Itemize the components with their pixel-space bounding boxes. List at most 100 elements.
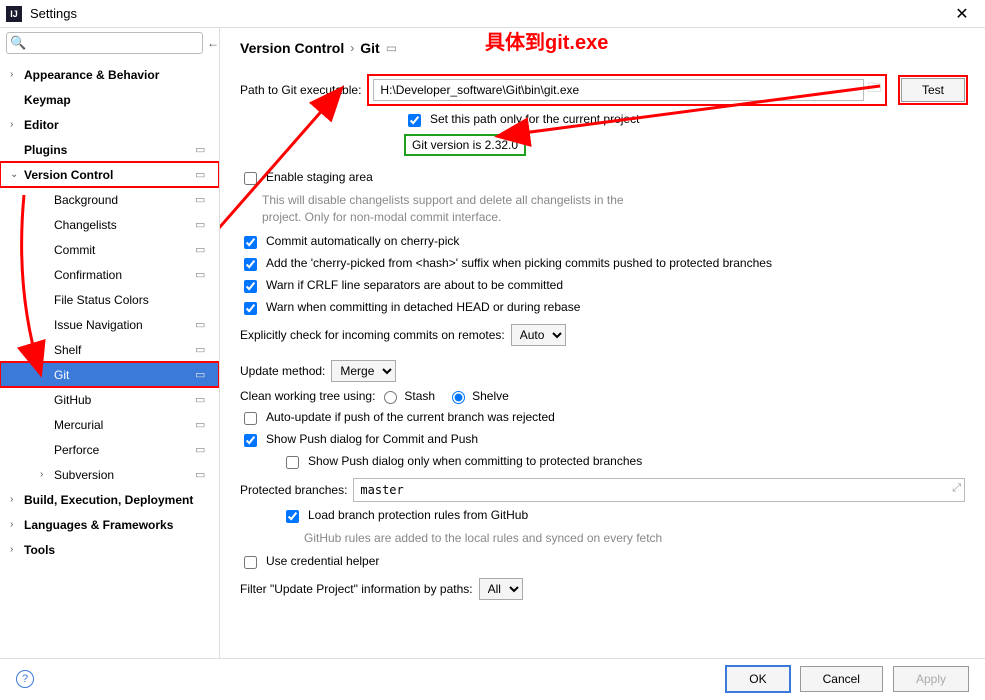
search-icon: 🔍: [10, 35, 26, 51]
close-icon[interactable]: ✕: [945, 0, 979, 28]
use-credential-helper-checkbox[interactable]: [244, 556, 257, 569]
sidebar-item-version-control[interactable]: ⌄Version Control▭: [0, 162, 219, 187]
add-cherry-suffix-checkbox[interactable]: [244, 258, 257, 271]
update-method-select[interactable]: Merge: [331, 360, 396, 382]
sidebar-item-shelf[interactable]: Shelf▭: [0, 337, 219, 362]
test-button[interactable]: Test: [901, 78, 965, 102]
dialog-footer: ? OK Cancel Apply: [0, 658, 985, 698]
sidebar-item-background[interactable]: Background▭: [0, 187, 219, 212]
show-push-protected-label[interactable]: Show Push dialog only when committing to…: [308, 454, 642, 468]
auto-update-rejected-checkbox[interactable]: [244, 412, 257, 425]
project-scope-icon: ▭: [195, 168, 211, 181]
sidebar-item-perforce[interactable]: Perforce▭: [0, 437, 219, 462]
sidebar-item-mercurial[interactable]: Mercurial▭: [0, 412, 219, 437]
add-cherry-suffix-label[interactable]: Add the 'cherry-picked from <hash>' suff…: [266, 256, 772, 270]
path-input-highlight: 🗀: [367, 74, 887, 106]
sidebar-item-label: Mercurial: [54, 418, 195, 432]
sidebar-item-github[interactable]: GitHub▭: [0, 387, 219, 412]
project-scope-icon: ▭: [195, 393, 211, 406]
app-icon: IJ: [6, 6, 22, 22]
ok-button[interactable]: OK: [726, 666, 789, 692]
load-branch-rules-label[interactable]: Load branch protection rules from GitHub: [308, 508, 528, 522]
sidebar-item-commit[interactable]: Commit▭: [0, 237, 219, 262]
sidebar-item-label: Changelists: [54, 218, 195, 232]
git-path-input[interactable]: [373, 79, 864, 101]
warn-crlf-label[interactable]: Warn if CRLF line separators are about t…: [266, 278, 563, 292]
main-panel: Version Control › Git ▭ 具体到git.exe Path …: [220, 28, 985, 658]
sidebar-item-changelists[interactable]: Changelists▭: [0, 212, 219, 237]
chevron-right-icon[interactable]: ›: [10, 69, 24, 80]
sidebar-item-file-status-colors[interactable]: File Status Colors: [0, 287, 219, 312]
chevron-right-icon[interactable]: ›: [10, 519, 24, 530]
sidebar-item-build-execution-deployment[interactable]: ›Build, Execution, Deployment: [0, 487, 219, 512]
clean-shelve-label[interactable]: Shelve: [472, 389, 509, 403]
warn-detached-checkbox[interactable]: [244, 302, 257, 315]
sidebar-item-label: Git: [54, 368, 195, 382]
project-scope-icon: ▭: [195, 418, 211, 431]
sidebar-item-appearance-behavior[interactable]: ›Appearance & Behavior: [0, 62, 219, 87]
chevron-right-icon[interactable]: ›: [10, 119, 24, 130]
explicit-check-select[interactable]: Auto: [511, 324, 566, 346]
sidebar-item-label: Version Control: [24, 168, 195, 182]
project-scope-icon: ▭: [195, 443, 211, 456]
sidebar-item-plugins[interactable]: Plugins▭: [0, 137, 219, 162]
sidebar-item-tools[interactable]: ›Tools: [0, 537, 219, 562]
sidebar-item-confirmation[interactable]: Confirmation▭: [0, 262, 219, 287]
sidebar-item-git[interactable]: Git▭: [0, 362, 219, 387]
sidebar-item-label: Tools: [24, 543, 219, 557]
show-push-protected-checkbox[interactable]: [286, 456, 299, 469]
sidebar-item-keymap[interactable]: Keymap: [0, 87, 219, 112]
commit-auto-cherry-label[interactable]: Commit automatically on cherry-pick: [266, 234, 459, 248]
project-scope-icon: ▭: [195, 368, 211, 381]
warn-crlf-checkbox[interactable]: [244, 280, 257, 293]
sidebar-item-languages-frameworks[interactable]: ›Languages & Frameworks: [0, 512, 219, 537]
enable-staging-label[interactable]: Enable staging area: [266, 170, 373, 184]
load-branch-rules-checkbox[interactable]: [286, 510, 299, 523]
clean-stash-label[interactable]: Stash: [404, 389, 435, 403]
warn-detached-label[interactable]: Warn when committing in detached HEAD or…: [266, 300, 580, 314]
filter-update-label: Filter "Update Project" information by p…: [240, 582, 473, 596]
browse-folder-icon[interactable]: 🗀: [868, 79, 881, 101]
explicit-check-label: Explicitly check for incoming commits on…: [240, 328, 505, 342]
use-credential-helper-label[interactable]: Use credential helper: [266, 554, 379, 568]
show-push-dialog-label[interactable]: Show Push dialog for Commit and Push: [266, 432, 478, 446]
enable-staging-hint: This will disable changelists support an…: [262, 192, 662, 226]
breadcrumb-parent[interactable]: Version Control: [240, 40, 344, 56]
git-version-badge: Git version is 2.32.0: [404, 134, 526, 156]
protected-branches-input[interactable]: [353, 478, 965, 502]
chevron-down-icon[interactable]: ⌄: [10, 169, 24, 180]
expand-icon[interactable]: ⤢: [952, 482, 961, 495]
clean-stash-radio[interactable]: [384, 391, 397, 404]
clean-tree-label: Clean working tree using:: [240, 389, 375, 403]
show-push-dialog-checkbox[interactable]: [244, 434, 257, 447]
search-input[interactable]: [6, 32, 203, 54]
project-scope-icon: ▭: [195, 268, 211, 281]
sidebar-item-editor[interactable]: ›Editor: [0, 112, 219, 137]
project-scope-icon: ▭: [195, 468, 211, 481]
sidebar-item-issue-navigation[interactable]: Issue Navigation▭: [0, 312, 219, 337]
sidebar-item-label: Subversion: [54, 468, 195, 482]
settings-tree: ›Appearance & BehaviorKeymap›EditorPlugi…: [0, 58, 219, 658]
breadcrumb-current: Git: [360, 40, 379, 56]
apply-button[interactable]: Apply: [893, 666, 969, 692]
help-icon[interactable]: ?: [16, 670, 34, 688]
sidebar-item-label: Shelf: [54, 343, 195, 357]
set-project-only-checkbox[interactable]: [408, 114, 421, 127]
project-scope-icon: ▭: [195, 143, 211, 156]
chevron-right-icon[interactable]: ›: [40, 469, 54, 480]
clean-shelve-radio[interactable]: [452, 391, 465, 404]
path-label: Path to Git executable:: [240, 83, 361, 97]
sidebar-item-subversion[interactable]: ›Subversion▭: [0, 462, 219, 487]
chevron-right-icon[interactable]: ›: [10, 544, 24, 555]
cancel-button[interactable]: Cancel: [800, 666, 883, 692]
auto-update-rejected-label[interactable]: Auto-update if push of the current branc…: [266, 410, 555, 424]
filter-update-select[interactable]: All: [479, 578, 523, 600]
commit-auto-cherry-checkbox[interactable]: [244, 236, 257, 249]
update-method-label: Update method:: [240, 364, 325, 378]
sidebar-item-label: GitHub: [54, 393, 195, 407]
enable-staging-checkbox[interactable]: [244, 172, 257, 185]
collapse-arrow-icon[interactable]: ←: [207, 36, 219, 50]
chevron-right-icon[interactable]: ›: [10, 494, 24, 505]
sidebar-item-label: Plugins: [24, 143, 195, 157]
set-project-only-label[interactable]: Set this path only for the current proje…: [430, 112, 639, 126]
